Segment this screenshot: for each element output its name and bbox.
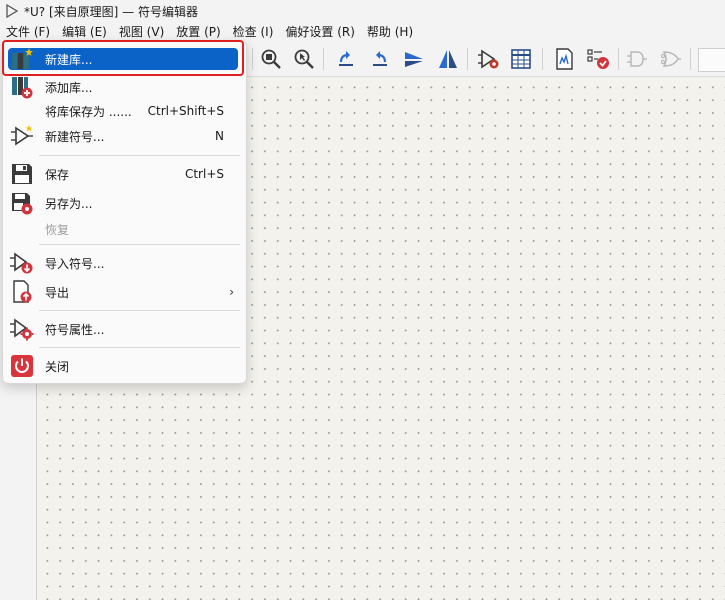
menu-item-label: 新建库... bbox=[45, 52, 93, 67]
de-morgan-standard-icon bbox=[627, 51, 647, 67]
menu-inspect[interactable]: 检查 (I) bbox=[227, 22, 280, 42]
menu-item-add-library[interactable]: 添加库... bbox=[3, 75, 246, 99]
menu-preferences[interactable]: 偏好设置 (R) bbox=[279, 22, 361, 42]
toolbar-separator bbox=[542, 48, 543, 70]
menu-item-save-as[interactable]: 另存为... bbox=[3, 191, 246, 215]
menu-item-symbol-properties[interactable]: 符号属性... bbox=[3, 317, 246, 341]
check-icon bbox=[587, 49, 609, 69]
zoom-fit-icon bbox=[261, 49, 281, 69]
check-button[interactable] bbox=[585, 46, 611, 72]
rotate-ccw-button[interactable] bbox=[333, 46, 359, 72]
file-menu-dropdown: 新建库... 添加库... 将库保存为 ...... Ctrl+Shift+S … bbox=[2, 40, 247, 384]
toolbar-separator bbox=[618, 48, 619, 70]
toolbar-separator bbox=[467, 48, 468, 70]
menu-separator bbox=[39, 347, 240, 348]
app-logo-icon bbox=[6, 4, 19, 18]
menu-item-export[interactable]: 导出 › bbox=[3, 280, 246, 304]
menu-item-revert: 恢复 bbox=[3, 217, 246, 241]
de-morgan-alternate-icon bbox=[660, 51, 681, 67]
de-morgan-alternate-button[interactable] bbox=[658, 46, 684, 72]
symbol-properties-button[interactable] bbox=[476, 46, 502, 72]
menu-item-close[interactable]: 关闭 bbox=[3, 354, 246, 378]
menu-item-shortcut: Ctrl+Shift+S bbox=[147, 104, 224, 118]
menu-view[interactable]: 视图 (V) bbox=[113, 22, 170, 42]
mirror-horizontal-button[interactable] bbox=[401, 46, 427, 72]
menu-file[interactable]: 文件 (F) bbox=[0, 22, 56, 42]
menu-item-new-symbol[interactable]: 新建符号... N bbox=[3, 124, 246, 148]
symbol-properties-icon bbox=[10, 318, 34, 341]
mirror-horizontal-icon bbox=[405, 52, 423, 67]
import-symbol-icon bbox=[10, 252, 33, 274]
add-library-icon bbox=[12, 77, 33, 99]
datasheet-button[interactable] bbox=[551, 46, 577, 72]
menu-item-label: 导入符号... bbox=[45, 256, 105, 271]
toolbar-separator bbox=[252, 48, 253, 70]
menu-item-label: 关闭 bbox=[45, 359, 70, 374]
pin-table-button[interactable] bbox=[508, 46, 534, 72]
power-icon bbox=[11, 355, 33, 377]
zoom-selection-icon bbox=[294, 49, 314, 69]
menu-separator bbox=[39, 244, 240, 245]
export-icon bbox=[13, 280, 32, 303]
new-symbol-icon bbox=[11, 125, 33, 146]
window-title: *U? [来自原理图] — 符号编辑器 bbox=[24, 4, 198, 19]
menu-item-label: 另存为... bbox=[45, 196, 93, 211]
de-morgan-standard-button[interactable] bbox=[624, 46, 650, 72]
menu-item-shortcut: Ctrl+S bbox=[184, 167, 224, 181]
rotate-cw-icon bbox=[373, 51, 387, 66]
title-bar: *U? [来自原理图] — 符号编辑器 bbox=[0, 0, 725, 22]
menu-edit[interactable]: 编辑 (E) bbox=[56, 22, 113, 42]
menu-item-new-library[interactable]: 新建库... bbox=[3, 47, 246, 71]
pin-table-icon bbox=[511, 49, 531, 69]
menu-item-label: 添加库... bbox=[45, 80, 93, 95]
menu-item-label: 保存 bbox=[45, 167, 70, 182]
datasheet-icon bbox=[556, 48, 573, 70]
menu-help[interactable]: 帮助 (H) bbox=[361, 22, 419, 42]
zoom-fit-button[interactable] bbox=[258, 46, 284, 72]
toolbar-separator bbox=[323, 48, 324, 70]
new-library-icon bbox=[12, 48, 33, 69]
submenu-arrow-icon: › bbox=[229, 285, 234, 299]
menu-separator bbox=[39, 310, 240, 311]
menu-item-label: 恢复 bbox=[45, 222, 70, 237]
zoom-selection-button[interactable] bbox=[291, 46, 317, 72]
save-icon bbox=[12, 164, 32, 184]
toolbar-separator bbox=[690, 48, 691, 70]
mirror-vertical-button[interactable] bbox=[435, 46, 461, 72]
rotate-cw-button[interactable] bbox=[367, 46, 393, 72]
menu-item-label: 新建符号... bbox=[45, 129, 105, 144]
menu-item-save[interactable]: 保存 Ctrl+S bbox=[3, 162, 246, 186]
menu-item-highlight bbox=[8, 48, 238, 70]
menu-item-label: 导出 bbox=[45, 285, 70, 300]
menu-item-label: 将库保存为 ...... bbox=[45, 104, 132, 119]
menu-separator bbox=[39, 155, 240, 156]
menu-item-shortcut: N bbox=[215, 129, 224, 143]
rotate-ccw-icon bbox=[339, 51, 353, 66]
menu-bar: 文件 (F) 编辑 (E) 视图 (V) 放置 (P) 检查 (I) 偏好设置 … bbox=[0, 22, 725, 42]
symbol-properties-icon bbox=[478, 49, 499, 69]
menu-item-import-symbol[interactable]: 导入符号... bbox=[3, 251, 246, 275]
toolbar-dropdown[interactable] bbox=[698, 48, 725, 72]
mirror-vertical-icon bbox=[439, 50, 457, 68]
menu-place[interactable]: 放置 (P) bbox=[170, 22, 226, 42]
menu-item-label: 符号属性... bbox=[45, 322, 105, 337]
menu-item-save-library-as[interactable]: 将库保存为 ...... Ctrl+Shift+S bbox=[3, 99, 246, 123]
save-as-icon bbox=[12, 193, 33, 215]
